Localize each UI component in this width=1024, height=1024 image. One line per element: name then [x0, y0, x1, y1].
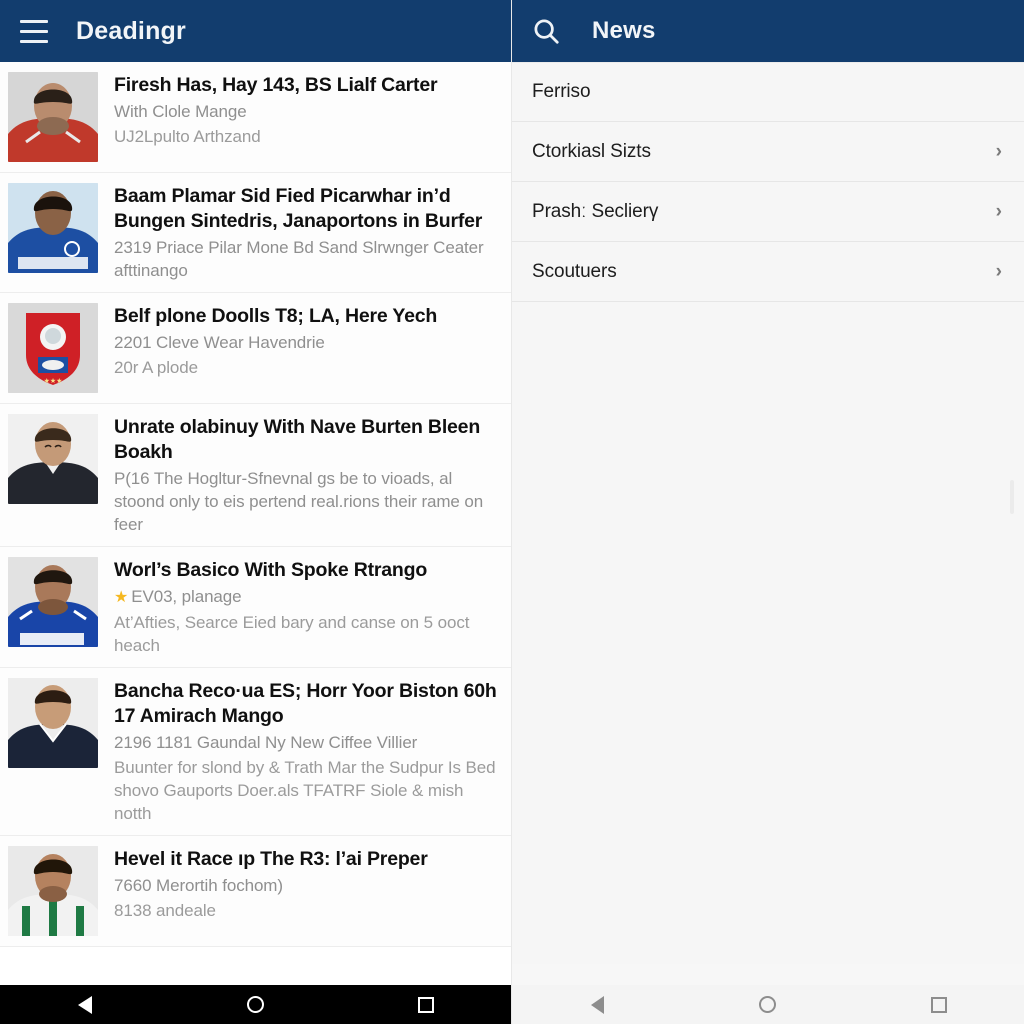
app-screen: Deadingr Firesh Has, Hay 143, BS Lialf C…: [0, 0, 1024, 1024]
news-item-subtitle: ★ EV03, planage: [114, 585, 499, 609]
recents-square-icon[interactable]: [396, 985, 456, 1024]
news-list-item[interactable]: Unrate olabinuy With Nave Burten Bleen B…: [0, 404, 511, 547]
news-item-title: Unrate olabinuy With Nave Burten Bleen B…: [114, 416, 481, 463]
news-item-text: Firesh Has, Hay 143, BS Lialf Carter With…: [114, 72, 499, 148]
news-list-panel: Deadingr Firesh Has, Hay 143, BS Lialf C…: [0, 0, 512, 1024]
settings-list-item[interactable]: Scoutuers ›: [512, 242, 1024, 302]
svg-text:★★★: ★★★: [44, 377, 63, 385]
home-circle-icon[interactable]: [225, 985, 285, 1024]
settings-list-item[interactable]: Ferriso: [512, 62, 1024, 122]
news-list-item[interactable]: Worl’s Basico With Spoke Rtrango ★ EV03, p…: [0, 547, 511, 668]
settings-item-label: Ferriso: [532, 81, 591, 102]
settings-list-item[interactable]: Prashː Seclierγ ›: [512, 182, 1024, 242]
chevron-right-icon: ›: [995, 261, 1002, 282]
news-item-text: Unrate olabinuy With Nave Burten Bleen B…: [114, 414, 499, 536]
player-dark-polo-photo: [8, 414, 98, 504]
star-icon: ★: [114, 589, 129, 606]
news-item-subtitle: P(16 The Hogltur-Sfnevnal gs be to vioad…: [114, 469, 484, 534]
player-blue-kit-photo: [8, 183, 98, 273]
news-item-title: Firesh Has, Hay 143, BS Lialf Carter: [114, 74, 438, 96]
settings-list-item[interactable]: Ctorkiasl Sizts ›: [512, 122, 1024, 182]
player-red-kit-photo: [8, 72, 98, 162]
news-list-item[interactable]: Bancha Reco·ua ES; Horr Yoor Biston 60h …: [0, 668, 511, 836]
left-app-bar: Deadingr: [0, 0, 511, 62]
news-item-subtitle: 2319 Priace Pilar Mone Bd Sand Slrwnger …: [114, 238, 484, 280]
news-item-text: Hevel it Race ıp The R3: l’ai Preper 7660…: [114, 846, 499, 922]
club-crest-badge: ★★★: [8, 303, 98, 393]
news-list-item[interactable]: ★★★ Belf plone Doolls T8; LA, Here Yech 22…: [0, 293, 511, 404]
chevron-right-icon: ›: [995, 201, 1002, 222]
settings-item-label: Ctorkiasl Sizts: [532, 140, 651, 162]
news-list-item[interactable]: Baam Plamar Sid Fied Picarwhar in’d Bung…: [0, 173, 511, 293]
chevron-right-icon: ›: [995, 141, 1002, 162]
news-item-subtitle: 7660 Merortih fochom): [114, 876, 283, 895]
search-icon[interactable]: [526, 11, 566, 51]
right-app-bar: News: [512, 0, 1024, 62]
recents-square-icon[interactable]: [909, 985, 969, 1024]
news-item-meta: 20r A plode: [114, 358, 198, 377]
news-item-title: Hevel it Race ıp The R3: l’ai Preper: [114, 848, 428, 870]
settings-item-label: Prashː Seclierγ: [532, 200, 659, 222]
news-item-meta: UJ2Lpulto Arthzand: [114, 127, 261, 146]
news-item-subtitle: 2201 Cleve Wear Havendrie: [114, 333, 325, 352]
settings-item-label: Scoutuers: [532, 260, 617, 282]
right-app-title: News: [592, 17, 656, 44]
news-item-meta: Buunter for slond by & Trath Mar the Sud…: [114, 758, 496, 823]
left-app-title: Deadingr: [76, 16, 186, 45]
hamburger-menu-icon[interactable]: [14, 11, 54, 51]
settings-panel: News Ferriso Ctorkiasl Sizts › Prashː Secli…: [512, 0, 1024, 1024]
news-item-subtitle: 2196 1181 Gaundal Ny New Ciffee Villier: [114, 733, 418, 752]
news-item-text: Worl’s Basico With Spoke Rtrango ★ EV03, p…: [114, 557, 499, 657]
news-list-item[interactable]: Firesh Has, Hay 143, BS Lialf Carter With…: [0, 62, 511, 173]
right-system-navbar: [512, 985, 1024, 1024]
home-circle-icon[interactable]: [738, 985, 798, 1024]
player-green-stripe-photo: [8, 846, 98, 936]
news-list-item[interactable]: Hevel it Race ıp The R3: l’ai Preper 7660…: [0, 836, 511, 947]
settings-list[interactable]: Ferriso Ctorkiasl Sizts › Prashː Seclierγ › S…: [512, 62, 1024, 964]
news-item-title: Worl’s Basico With Spoke Rtrango: [114, 559, 428, 581]
news-item-text: Bancha Reco·ua ES; Horr Yoor Biston 60h …: [114, 678, 499, 825]
back-triangle-icon[interactable]: [55, 985, 115, 1024]
scrollbar-thumb[interactable]: [1010, 480, 1014, 514]
news-item-text: Belf plone Doolls T8; LA, Here Yech 2201 …: [114, 303, 499, 379]
news-item-title: Belf plone Doolls T8; LA, Here Yech: [114, 305, 438, 327]
news-item-title: Baam Plamar Sid Fied Picarwhar in’d Bung…: [114, 185, 483, 232]
player-navy-vneck-photo: [8, 678, 98, 768]
left-system-navbar: [0, 985, 511, 1024]
news-item-title: Bancha Reco·ua ES; Horr Yoor Biston 60h …: [114, 680, 497, 727]
news-list[interactable]: Firesh Has, Hay 143, BS Lialf Carter With…: [0, 62, 511, 1024]
news-item-meta: At’Afties, Searce Eied bary and canse on…: [114, 613, 470, 655]
news-item-subtitle-text: EV03, planage: [131, 587, 242, 606]
news-item-text: Baam Plamar Sid Fied Picarwhar in’d Bung…: [114, 183, 499, 282]
back-triangle-icon[interactable]: [567, 985, 627, 1024]
player-blue-jersey-photo: [8, 557, 98, 647]
news-item-subtitle: With Clole Mange: [114, 102, 247, 121]
news-item-meta: 8138 andeale: [114, 901, 216, 920]
